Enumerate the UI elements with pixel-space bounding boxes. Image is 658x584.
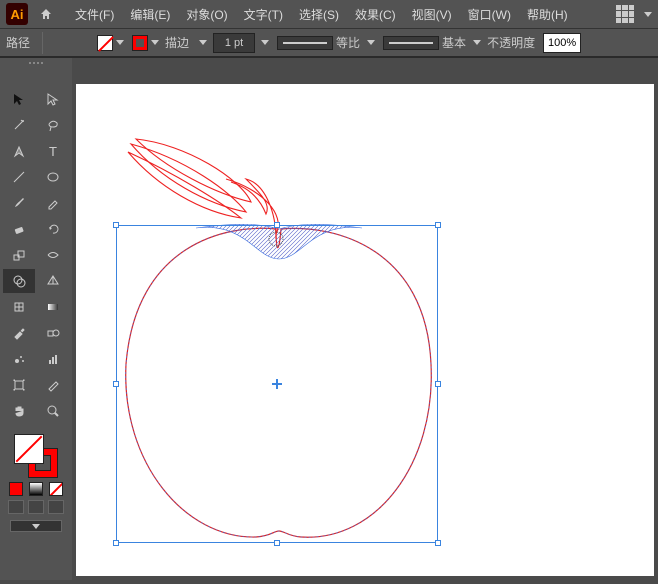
draw-mode-row: [4, 500, 68, 514]
selection-handle-sw[interactable]: [113, 540, 119, 546]
gradient-mode-swatch[interactable]: [29, 482, 43, 496]
opacity-input[interactable]: [543, 33, 581, 53]
menu-view[interactable]: 视图(V): [405, 2, 459, 27]
lasso-tool[interactable]: [37, 113, 69, 137]
selection-handle-nw[interactable]: [113, 222, 119, 228]
opacity-label: 不透明度: [487, 34, 535, 51]
selection-bounding-box[interactable]: [116, 225, 438, 543]
selection-handle-n[interactable]: [274, 222, 280, 228]
menu-bar: Ai 文件(F) 编辑(E) 对象(O) 文字(T) 选择(S) 效果(C) 视…: [0, 0, 658, 28]
scale-tool[interactable]: [3, 243, 35, 267]
selection-tool[interactable]: [3, 87, 35, 111]
fill-none-icon: [97, 35, 113, 51]
symbol-sprayer-tool[interactable]: [3, 347, 35, 371]
stroke-width-input[interactable]: [213, 33, 255, 53]
chevron-down-icon[interactable]: [644, 12, 652, 17]
canvas-area: [72, 58, 658, 580]
direct-selection-tool[interactable]: [37, 87, 69, 111]
selection-handle-w[interactable]: [113, 381, 119, 387]
workspace: 未标题-2* @ 100% (CMYK/预览) × 软件自学网：RJZXW.CO…: [0, 58, 658, 580]
brush-definition[interactable]: 基本: [381, 32, 483, 53]
menu-select[interactable]: 选择(S): [292, 2, 346, 27]
gradient-tool[interactable]: [37, 295, 69, 319]
line-tool[interactable]: [3, 165, 35, 189]
none-mode-swatch[interactable]: [49, 482, 63, 496]
stroke-label: 描边: [165, 34, 189, 51]
selection-center-icon: [272, 379, 282, 389]
type-tool[interactable]: T: [37, 139, 69, 163]
artboard[interactable]: [76, 84, 654, 576]
eraser-tool[interactable]: [3, 217, 35, 241]
options-bar: 路径 描边 等比 基本 不透明度: [0, 28, 658, 58]
stroke-width-dropdown[interactable]: [259, 38, 271, 47]
slice-tool[interactable]: [37, 373, 69, 397]
color-mode-row: [4, 482, 68, 496]
graph-tool[interactable]: [37, 347, 69, 371]
menu-type[interactable]: 文字(T): [237, 2, 290, 27]
stroke-swatch[interactable]: [130, 33, 161, 53]
chevron-down-icon: [32, 524, 40, 529]
chevron-down-icon: [116, 40, 124, 45]
panel-grip[interactable]: [0, 58, 72, 68]
stroke-profile[interactable]: 等比: [275, 32, 377, 53]
selection-handle-s[interactable]: [274, 540, 280, 546]
blend-tool[interactable]: [37, 321, 69, 345]
hand-tool[interactable]: [3, 399, 35, 423]
pencil-tool[interactable]: [37, 191, 69, 215]
menu-window[interactable]: 窗口(W): [461, 2, 518, 27]
selection-handle-ne[interactable]: [435, 222, 441, 228]
tool-grid: T: [0, 84, 72, 426]
brush-line-icon: [383, 36, 439, 50]
menu-file[interactable]: 文件(F): [68, 2, 121, 27]
menu-object[interactable]: 对象(O): [179, 2, 234, 27]
paintbrush-tool[interactable]: [3, 191, 35, 215]
menu-edit[interactable]: 编辑(E): [123, 2, 177, 27]
zoom-tool[interactable]: [37, 399, 69, 423]
fill-swatch-large[interactable]: [14, 434, 44, 464]
divider: [42, 32, 43, 54]
fill-stroke-swatches[interactable]: [14, 434, 58, 478]
rotate-tool[interactable]: [37, 217, 69, 241]
selection-mode-label: 路径: [6, 34, 30, 51]
chevron-down-icon: [151, 40, 159, 45]
pen-tool[interactable]: [3, 139, 35, 163]
svg-text:T: T: [49, 144, 57, 158]
workspace-switcher-icon[interactable]: [616, 5, 634, 23]
eyedropper-tool[interactable]: [3, 321, 35, 345]
tool-panel-bottom: [0, 426, 72, 536]
chevron-down-icon: [367, 40, 375, 45]
profile-label: 等比: [336, 34, 360, 51]
menu-effect[interactable]: 效果(C): [348, 2, 403, 27]
ellipse-tool[interactable]: [37, 165, 69, 189]
fill-swatch[interactable]: [95, 33, 126, 53]
perspective-tool[interactable]: [37, 269, 69, 293]
selection-handle-se[interactable]: [435, 540, 441, 546]
artboard-tool[interactable]: [3, 373, 35, 397]
stroke-red-icon: [132, 35, 148, 51]
style-label: 基本: [442, 34, 466, 51]
magic-wand-tool[interactable]: [3, 113, 35, 137]
shape-builder-tool[interactable]: [3, 269, 35, 293]
draw-behind-button[interactable]: [28, 500, 44, 514]
draw-inside-button[interactable]: [48, 500, 64, 514]
home-icon[interactable]: [36, 4, 56, 24]
chevron-down-icon: [199, 40, 207, 45]
chevron-down-icon: [261, 40, 269, 45]
screen-mode-button[interactable]: [10, 520, 62, 532]
profile-line-icon: [277, 36, 333, 50]
mesh-tool[interactable]: [3, 295, 35, 319]
chevron-down-icon: [473, 40, 481, 45]
selection-handle-e[interactable]: [435, 381, 441, 387]
tool-panel: T: [0, 58, 72, 580]
app-logo: Ai: [6, 3, 28, 25]
color-mode-swatch[interactable]: [9, 482, 23, 496]
stroke-dropdown-icon[interactable]: [197, 38, 209, 47]
width-tool[interactable]: [37, 243, 69, 267]
menu-help[interactable]: 帮助(H): [520, 2, 575, 27]
draw-normal-button[interactable]: [8, 500, 24, 514]
